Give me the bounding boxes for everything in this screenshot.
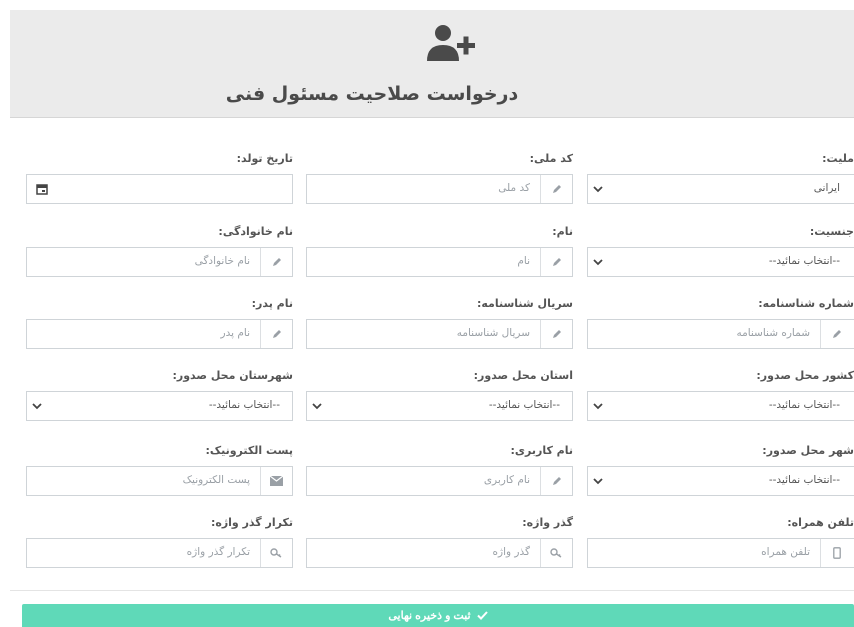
issue-country-select[interactable]: --انتخاب نمائید-- [587,391,854,421]
first-name-label: نام: [552,225,573,238]
last-name-label: نام خانوادگی: [218,225,293,238]
chevron-down-icon [593,186,603,193]
pencil-icon [820,320,852,348]
password-input[interactable]: گذر واژه [306,538,573,568]
mobile-label: تلفن همراه: [787,516,854,529]
issue-county-value: --انتخاب نمائید-- [208,399,280,411]
mobile-placeholder: تلفن همراه [761,546,810,558]
father-name-label: نام پدر: [251,297,293,310]
username-label: نام کاربری: [510,444,573,457]
password-repeat-input[interactable]: تکرار گذر واژه [26,538,293,568]
father-name-placeholder: نام پدر [220,327,250,339]
chevron-down-icon [32,403,42,410]
gender-select[interactable]: --انتخاب نمائید-- [587,247,854,277]
issue-province-value: --انتخاب نمائید-- [488,399,560,411]
pencil-icon [260,248,292,276]
chevron-down-icon [593,478,603,485]
first-name-placeholder: نام [517,255,530,267]
password-repeat-label: تکرار گذر واژه: [210,516,293,529]
birth-date-input[interactable] [26,174,293,204]
pencil-icon [540,467,572,495]
issue-city-value: --انتخاب نمائید-- [768,474,840,486]
envelope-icon [260,467,292,495]
birth-date-label: تاریخ تولد: [236,152,293,165]
key-icon [260,539,292,567]
national-code-input[interactable]: کد ملی [306,174,573,204]
form-divider [10,590,854,591]
nationality-value: ایرانی [813,182,840,194]
password-label: گذر واژه: [522,516,573,529]
id-number-placeholder: شماره شناسنامه [736,327,810,339]
key-icon [540,539,572,567]
issue-county-select[interactable]: --انتخاب نمائید-- [26,391,293,421]
calendar-icon[interactable] [27,175,57,203]
password-repeat-placeholder: تکرار گذر واژه [186,546,250,558]
issue-country-label: کشور محل صدور: [756,369,854,382]
username-input[interactable]: نام کاربری [306,466,573,496]
submit-button[interactable]: ثبت و ذخیره نهایی [22,604,854,627]
id-number-input[interactable]: شماره شناسنامه [587,319,854,349]
id-serial-input[interactable]: سریال شناسنامه [306,319,573,349]
issue-city-select[interactable]: --انتخاب نمائید-- [587,466,854,496]
registration-form: ملیت: ایرانی کد ملی: کد ملی تاریخ تولد: … [0,0,854,627]
id-number-label: شماره شناسنامه: [758,297,854,310]
last-name-placeholder: نام خانوادگی [194,255,250,267]
pencil-icon [260,320,292,348]
issue-city-label: شهر محل صدور: [762,444,854,457]
nationality-label: ملیت: [822,152,854,165]
email-label: پست الکترونیک: [205,444,293,457]
id-serial-placeholder: سریال شناسنامه [456,327,530,339]
pencil-icon [540,175,572,203]
check-icon [476,611,488,620]
gender-label: جنسیت: [809,225,854,238]
pencil-icon [540,320,572,348]
submit-label: ثبت و ذخیره نهایی [388,610,471,622]
password-placeholder: گذر واژه [492,546,530,558]
mobile-phone-icon [820,539,852,567]
gender-value: --انتخاب نمائید-- [768,255,840,267]
chevron-down-icon [593,259,603,266]
issue-country-value: --انتخاب نمائید-- [768,399,840,411]
last-name-input[interactable]: نام خانوادگی [26,247,293,277]
username-placeholder: نام کاربری [483,474,530,486]
father-name-input[interactable]: نام پدر [26,319,293,349]
id-serial-label: سریال شناسنامه: [476,297,573,310]
issue-province-label: استان محل صدور: [473,369,573,382]
email-input[interactable]: پست الکترونیک [26,466,293,496]
first-name-input[interactable]: نام [306,247,573,277]
national-code-placeholder: کد ملی [498,182,530,194]
chevron-down-icon [312,403,322,410]
issue-county-label: شهرستان محل صدور: [172,369,293,382]
email-placeholder: پست الکترونیک [182,474,250,486]
chevron-down-icon [593,403,603,410]
issue-province-select[interactable]: --انتخاب نمائید-- [306,391,573,421]
pencil-icon [540,248,572,276]
mobile-input[interactable]: تلفن همراه [587,538,854,568]
nationality-select[interactable]: ایرانی [587,174,854,204]
national-code-label: کد ملی: [529,152,573,165]
